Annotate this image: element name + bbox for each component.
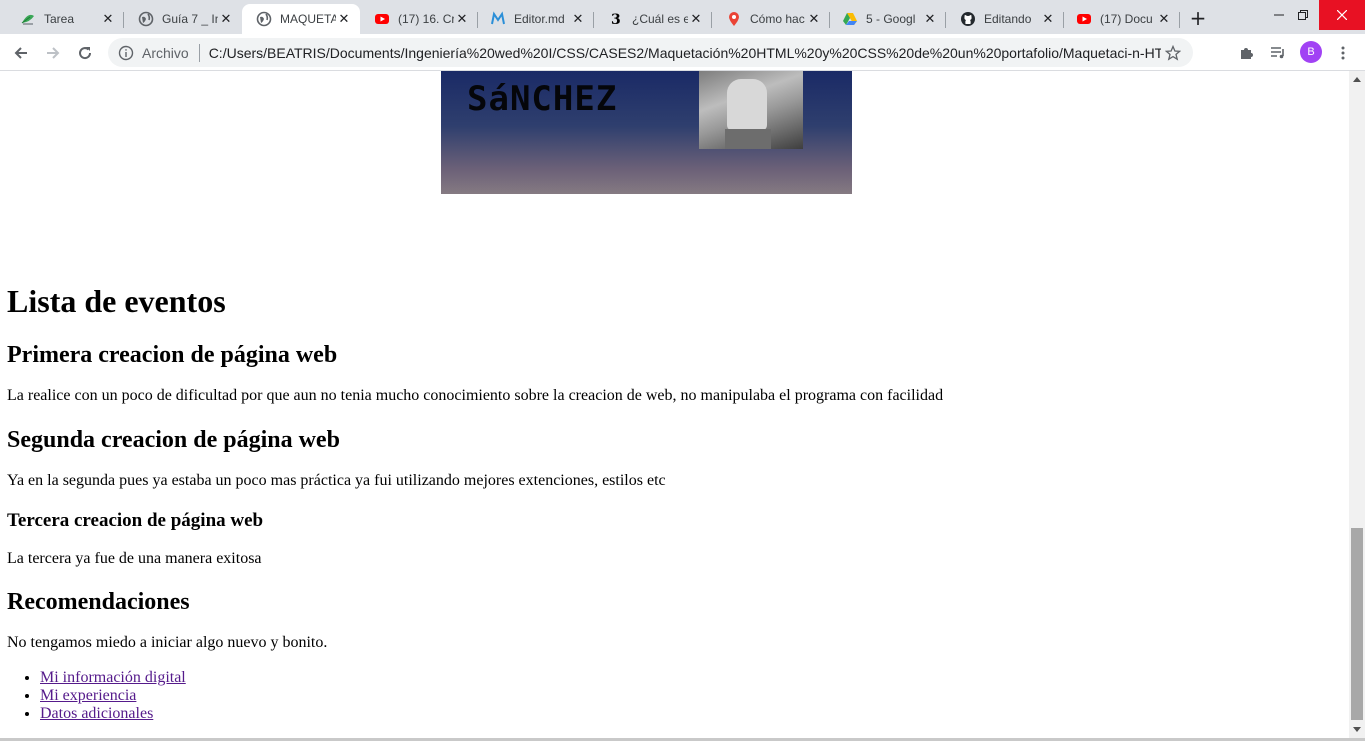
url-text[interactable]: C:/Users/BEATRIS/Documents/Ingeniería%20…: [209, 45, 1161, 61]
info-icon[interactable]: [118, 45, 134, 61]
vertical-scrollbar[interactable]: [1349, 71, 1365, 738]
close-tab-icon[interactable]: ✕: [806, 11, 822, 27]
tab-separator: [1179, 12, 1180, 28]
bookmark-star-icon[interactable]: [1161, 41, 1185, 65]
portfolio-banner-image: SáNCHEZ: [441, 71, 852, 194]
section3-text: La tercera ya fue de una manera exitosa: [7, 550, 262, 567]
close-window-button[interactable]: [1319, 0, 1365, 30]
tab-title: Editando: [984, 12, 1032, 26]
close-tab-icon[interactable]: ✕: [336, 11, 352, 27]
link-datos-adicionales[interactable]: Datos adicionales: [40, 705, 153, 722]
close-tab-icon[interactable]: ✕: [100, 11, 116, 27]
tab-tarea[interactable]: Tarea ✕: [6, 4, 124, 34]
back-arrow-icon: [14, 47, 27, 59]
profile-photo: [699, 71, 803, 149]
globe-icon: [138, 11, 154, 27]
close-tab-icon[interactable]: ✕: [922, 11, 938, 27]
svg-text:3: 3: [611, 12, 621, 27]
photo-figure: [727, 79, 767, 131]
links-list: Mi información digital Mi experiencia Da…: [40, 669, 186, 723]
tab-youtube-docu[interactable]: (17) Docu ✕: [1062, 4, 1180, 34]
youtube-icon: [374, 11, 390, 27]
tab-maqueta-active[interactable]: MAQUETA ✕: [242, 4, 360, 34]
tab-title: Cómo hac: [750, 12, 805, 26]
green-leaf-icon: [20, 11, 36, 27]
restore-icon: [1298, 10, 1308, 20]
scroll-down-arrow-icon[interactable]: [1349, 722, 1365, 738]
extensions-puzzle-icon[interactable]: [1234, 41, 1258, 65]
list-item: Datos adicionales: [40, 705, 186, 723]
tab-title: Tarea: [44, 12, 75, 26]
section2-text: Ya en la segunda pues ya estaba un poco …: [7, 472, 666, 489]
close-tab-icon[interactable]: ✕: [688, 11, 704, 27]
list-item: Mi experiencia: [40, 687, 186, 705]
link-experiencia[interactable]: Mi experiencia: [40, 687, 136, 704]
address-divider: [198, 43, 200, 62]
forward-arrow-icon: [47, 47, 60, 59]
tab-github-editando[interactable]: Editando ✕: [946, 4, 1064, 34]
section1-text: La realice con un poco de dificultad por…: [7, 387, 944, 404]
close-tab-icon[interactable]: ✕: [570, 11, 586, 27]
tab-google-drive[interactable]: 5 - Googl ✕: [828, 4, 946, 34]
tab-title: (17) Docu: [1100, 12, 1153, 26]
tab-title: MAQUETA: [280, 12, 336, 26]
tab-title: Guía 7 _ In: [162, 12, 218, 26]
tab-brainly[interactable]: 3 ¿Cuál es e ✕: [594, 4, 712, 34]
profile-avatar[interactable]: B: [1300, 41, 1322, 63]
section1-title: Primera creacion de página web: [7, 342, 338, 368]
reload-icon: [79, 47, 92, 60]
page-viewport: SáNCHEZ Lista de eventos Primera creacio…: [0, 71, 1349, 738]
page-heading: Lista de eventos: [7, 283, 226, 319]
brainly-icon: 3: [608, 11, 624, 27]
browser-toolbar: Archivo C:/Users/BEATRIS/Documents/Ingen…: [0, 34, 1365, 71]
menu-kebab-icon[interactable]: [1331, 41, 1355, 65]
address-bar[interactable]: Archivo C:/Users/BEATRIS/Documents/Ingen…: [108, 38, 1193, 67]
maps-pin-icon: [726, 11, 742, 27]
banner-name-text: SáNCHEZ: [467, 79, 618, 119]
editor-md-icon: [490, 11, 506, 27]
github-icon: [960, 11, 976, 27]
media-queue-icon[interactable]: [1266, 41, 1290, 65]
youtube-icon: [1076, 11, 1092, 27]
tab-title: 5 - Googl: [866, 12, 916, 26]
tab-guia[interactable]: Guía 7 _ In ✕: [124, 4, 242, 34]
forward-button[interactable]: [39, 39, 67, 67]
close-tab-icon[interactable]: ✕: [454, 11, 470, 27]
close-icon: [1337, 10, 1347, 20]
section2-title: Segunda creacion de página web: [7, 427, 340, 453]
tab-title: (17) 16. Cr: [398, 12, 454, 26]
link-informacion-digital[interactable]: Mi información digital: [40, 669, 186, 686]
close-tab-icon[interactable]: ✕: [1156, 11, 1172, 27]
close-tab-icon[interactable]: ✕: [218, 11, 234, 27]
tab-title: ¿Cuál es e: [632, 12, 688, 26]
tab-como-hacer[interactable]: Cómo hac ✕: [712, 4, 830, 34]
reload-button[interactable]: [71, 39, 99, 67]
photo-figure-lower: [725, 129, 771, 149]
recommendations-title: Recomendaciones: [7, 589, 190, 615]
new-tab-button[interactable]: +: [1186, 6, 1210, 30]
recommendations-text: No tengamos miedo a iniciar algo nuevo y…: [7, 634, 328, 651]
scrollbar-thumb[interactable]: [1351, 528, 1363, 720]
list-item: Mi información digital: [40, 669, 186, 687]
section3-title: Tercera creacion de página web: [7, 510, 264, 531]
globe-icon: [256, 11, 272, 27]
back-button[interactable]: [7, 39, 35, 67]
close-tab-icon[interactable]: ✕: [1040, 11, 1056, 27]
tab-strip: Tarea ✕ Guía 7 _ In ✕ MAQUETA ✕ (17) 16.…: [0, 0, 1365, 34]
tab-title: Editor.md: [514, 12, 565, 26]
scroll-up-arrow-icon[interactable]: [1349, 71, 1365, 87]
file-scheme-label: Archivo: [142, 44, 189, 61]
google-drive-icon: [842, 11, 858, 27]
tab-editor-md[interactable]: Editor.md ✕: [476, 4, 594, 34]
tab-youtube-16[interactable]: (17) 16. Cr ✕: [360, 4, 478, 34]
